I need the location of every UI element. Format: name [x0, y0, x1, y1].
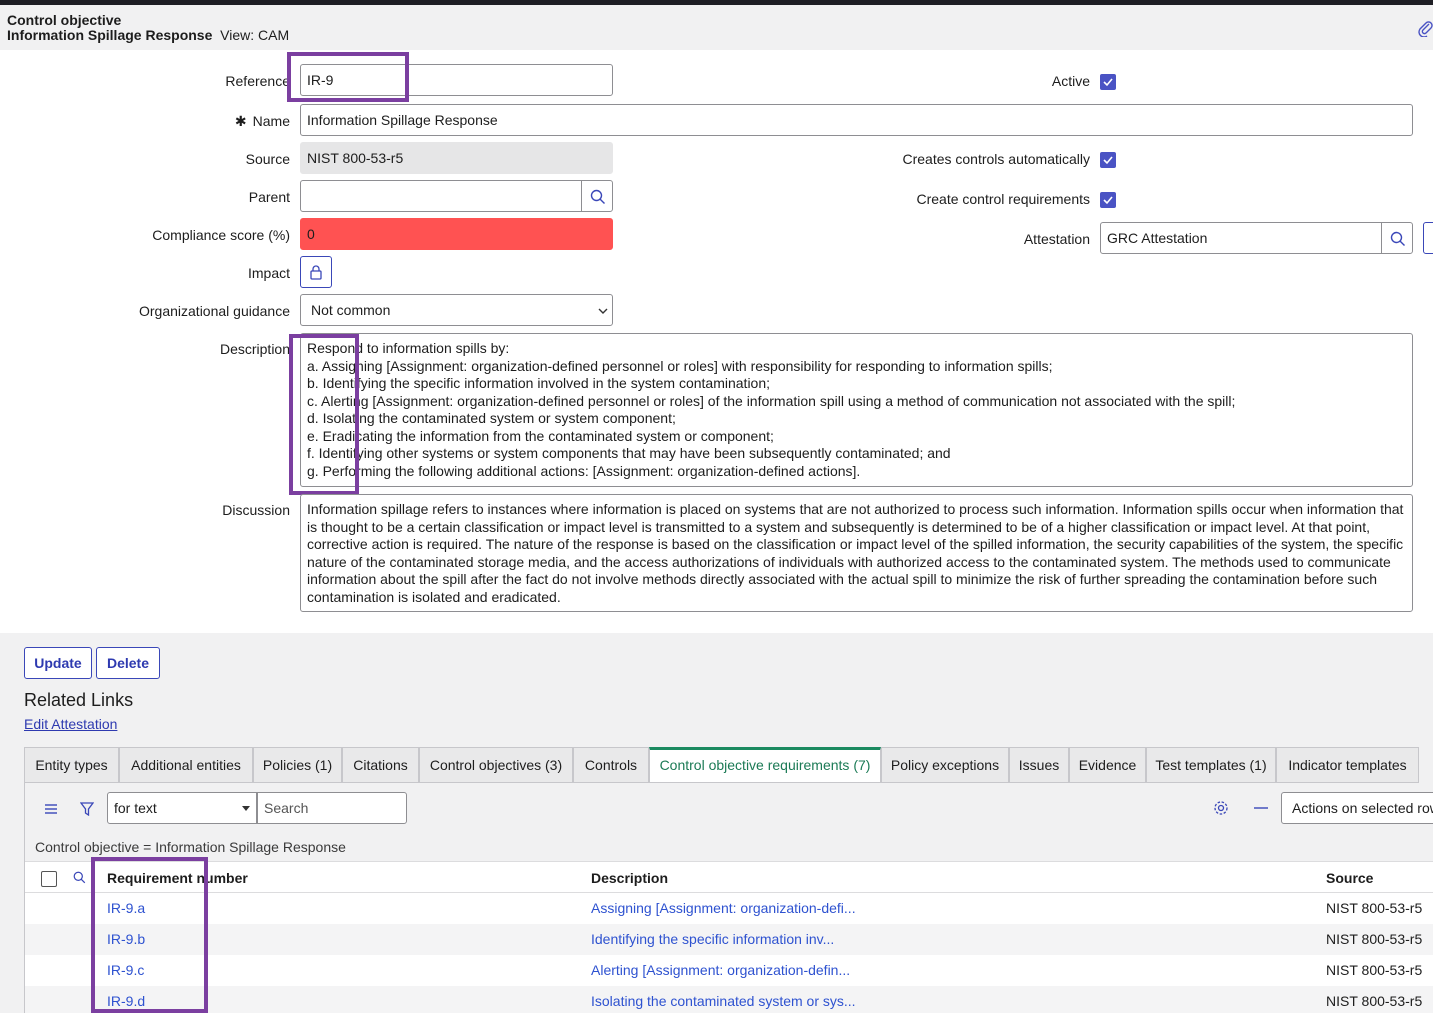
org-guidance-select[interactable]: Not common [300, 294, 613, 326]
check-icon [1103, 78, 1113, 87]
highlight-box-description [289, 334, 359, 495]
gear-icon[interactable] [1213, 800, 1229, 816]
table-row: IR-9.b Identifying the specific informat… [25, 924, 1433, 955]
compliance-score-field: 0 [300, 218, 613, 250]
column-search-icon[interactable] [73, 871, 86, 884]
column-header-source[interactable]: Source [1326, 862, 1373, 894]
delete-button[interactable]: Delete [96, 647, 160, 679]
requirement-source: NIST 800-53-r5 [1326, 993, 1423, 1009]
active-checkbox[interactable] [1100, 74, 1116, 90]
tab-citations[interactable]: Citations [342, 747, 419, 783]
paperclip-icon[interactable] [1417, 19, 1433, 38]
record-type: Control objective [7, 12, 122, 28]
search-icon [1390, 231, 1405, 246]
create-requirements-checkbox[interactable] [1100, 192, 1116, 208]
attestation-input[interactable]: GRC Attestation [1100, 222, 1383, 254]
creates-controls-label: Creates controls automatically [902, 151, 1090, 167]
tab-policy-exceptions[interactable]: Policy exceptions [881, 747, 1009, 783]
parent-label: Parent [248, 189, 290, 205]
search-icon [590, 189, 605, 204]
table-row: IR-9.c Alerting [Assignment: organizatio… [25, 955, 1433, 986]
table-row: IR-9.d Isolating the contaminated system… [25, 986, 1433, 1013]
related-links-title: Related Links [24, 690, 134, 710]
parent-search-button[interactable] [581, 180, 613, 212]
description-line: a. Assigning [Assignment: organization-d… [307, 357, 1053, 374]
attestation-label: Attestation [1023, 231, 1090, 247]
requirement-description-link[interactable]: Identifying the specific information inv… [591, 924, 834, 955]
requirement-source: NIST 800-53-r5 [1326, 900, 1423, 916]
discussion-label: Discussion [222, 502, 290, 518]
highlight-box-requirement-number [91, 857, 208, 1013]
description-line: Respond to information spills by: [307, 340, 510, 356]
tab-control-objectives[interactable]: Control objectives (3) [419, 747, 573, 783]
required-icon: ✱ [234, 113, 247, 129]
collapse-icon[interactable] [1254, 807, 1268, 809]
active-label: Active [1051, 73, 1090, 89]
impact-label: Impact [247, 265, 290, 281]
name-label-text: Name [252, 113, 290, 129]
attestation-preview-button[interactable] [1423, 222, 1433, 254]
description-line: d. Isolating the contaminated system or … [307, 410, 676, 426]
chevron-down-icon [598, 308, 608, 314]
requirement-description-link[interactable]: Isolating the contaminated system or sys… [591, 986, 856, 1017]
record-title: Information Spillage Response View: CAM [7, 27, 289, 43]
description-line: f. Identifying other systems or system c… [307, 445, 951, 461]
caret-down-icon [242, 806, 250, 811]
search-field-value: for text [114, 800, 157, 816]
record-name: Information Spillage Response [7, 27, 213, 43]
tab-policies[interactable]: Policies (1) [253, 747, 342, 783]
table-header: Requirement number Description Source [25, 861, 1433, 893]
description-line: g. Performing the following additional a… [307, 462, 861, 479]
name-input[interactable]: Information Spillage Response [300, 104, 1413, 136]
tab-issues[interactable]: Issues [1009, 747, 1069, 783]
column-header-description[interactable]: Description [591, 862, 668, 894]
search-field-select[interactable]: for text [107, 792, 257, 824]
creates-controls-checkbox[interactable] [1100, 152, 1116, 168]
select-all-checkbox[interactable] [41, 871, 57, 887]
view-label: View: CAM [220, 27, 290, 43]
tab-test-templates[interactable]: Test templates (1) [1146, 747, 1276, 783]
description-line: b. Identifying the specific information … [307, 375, 771, 391]
tab-additional-entities[interactable]: Additional entities [119, 747, 253, 783]
check-icon [1103, 156, 1113, 165]
lock-icon [310, 265, 322, 280]
requirement-source: NIST 800-53-r5 [1326, 931, 1423, 947]
tab-entity-types[interactable]: Entity types [24, 747, 119, 783]
requirement-description-link[interactable]: Alerting [Assignment: organization-defin… [591, 955, 850, 986]
check-icon [1103, 196, 1113, 205]
impact-lock-button[interactable] [300, 256, 332, 288]
attestation-search-button[interactable] [1381, 222, 1413, 254]
description-line: c. Alerting [Assignment: organization-de… [307, 392, 1236, 409]
description-label: Description [219, 341, 290, 357]
requirement-source: NIST 800-53-r5 [1326, 962, 1423, 978]
tab-control-objective-requirements[interactable]: Control objective requirements (7) [649, 747, 881, 783]
org-guidance-value: Not common [311, 302, 391, 318]
requirement-description-link[interactable]: Assigning [Assignment: organization-defi… [591, 893, 856, 924]
edit-attestation-link[interactable]: Edit Attestation [24, 716, 117, 732]
tab-indicator-templates[interactable]: Indicator templates [1276, 747, 1419, 783]
description-line: e. Eradicating the information from the … [307, 427, 774, 444]
filter-breadcrumb[interactable]: Control objective = Information Spillage… [25, 833, 1433, 861]
hamburger-menu-icon[interactable] [44, 803, 58, 815]
actions-select[interactable]: Actions on selected rows [1281, 792, 1433, 824]
source-field: NIST 800-53-r5 [300, 142, 613, 174]
table-row: IR-9.a Assigning [Assignment: organizati… [25, 893, 1433, 924]
org-guidance-label: Organizational guidance [139, 303, 290, 319]
filter-icon[interactable] [80, 802, 94, 816]
tab-evidence[interactable]: Evidence [1069, 747, 1146, 783]
parent-input[interactable] [300, 180, 583, 212]
description-textarea[interactable]: Respond to information spills by: a. Ass… [300, 333, 1413, 487]
update-button[interactable]: Update [24, 647, 92, 679]
create-requirements-label: Create control requirements [916, 191, 1090, 207]
highlight-box-reference [287, 52, 409, 102]
name-label: ✱ Name [150, 113, 290, 130]
source-label: Source [245, 151, 290, 167]
tab-controls[interactable]: Controls [573, 747, 649, 783]
discussion-textarea[interactable]: Information spillage refers to instances… [300, 494, 1413, 612]
reference-label: Reference [225, 73, 290, 89]
form-header: Control objective Information Spillage R… [0, 5, 1433, 50]
compliance-label: Compliance score (%) [152, 227, 290, 243]
search-input[interactable]: Search [257, 792, 407, 824]
